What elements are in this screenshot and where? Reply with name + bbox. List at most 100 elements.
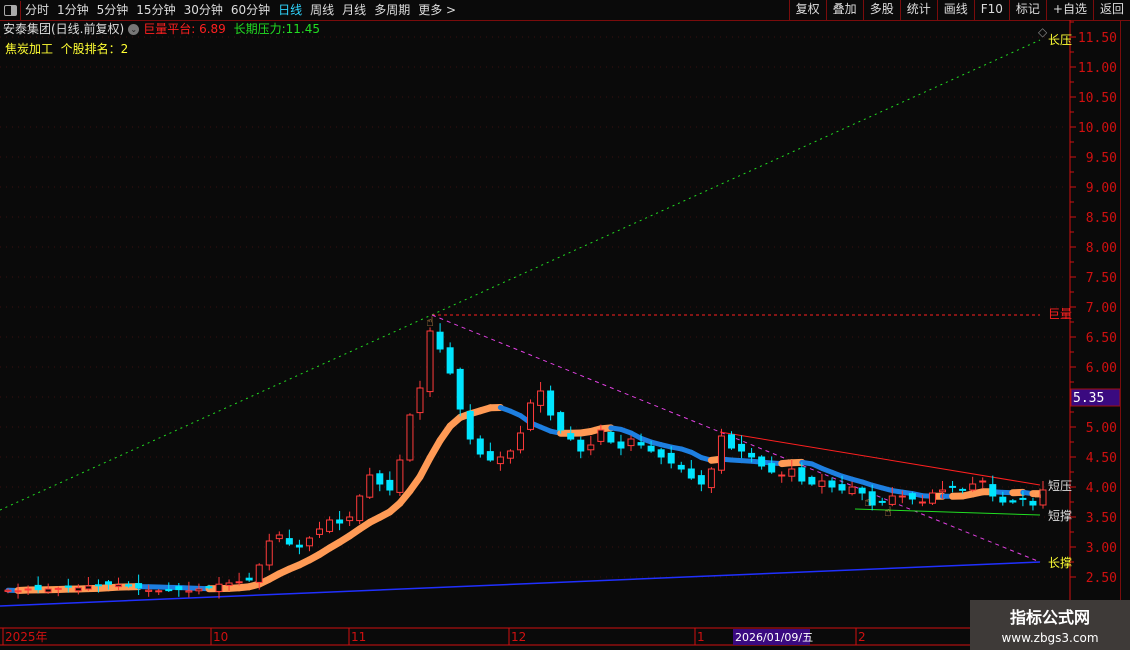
candle-body xyxy=(637,442,645,446)
watermark: 指标公式网 www.zbgs3.com xyxy=(970,600,1130,650)
candle-body xyxy=(687,468,695,479)
candle-body xyxy=(798,467,806,482)
current-price: 5.35 xyxy=(1073,391,1104,406)
candle-body xyxy=(125,584,133,587)
candle-body xyxy=(758,456,766,467)
candle-body xyxy=(788,468,796,477)
candle-body xyxy=(396,459,404,493)
candle-body xyxy=(275,534,283,540)
candle-body xyxy=(74,587,82,592)
candle-body xyxy=(94,584,102,587)
candle-body xyxy=(607,431,615,443)
candle-body xyxy=(858,487,866,494)
price-label: 11.50 xyxy=(1078,31,1117,46)
candle-body xyxy=(597,429,605,442)
candle-body xyxy=(717,435,725,471)
price-label: 10.50 xyxy=(1078,91,1117,106)
candle-body xyxy=(115,584,123,588)
date-cursor: 2026/01/09/五 xyxy=(735,631,813,644)
candle-body xyxy=(838,484,846,491)
candle-body xyxy=(727,434,735,449)
candle-body xyxy=(416,387,424,414)
candle-body xyxy=(346,516,354,522)
label-short-support: 短撑 xyxy=(1048,508,1072,523)
candle-body xyxy=(979,480,987,483)
candle-body xyxy=(326,519,334,532)
time-label: 2 xyxy=(858,630,866,644)
candle-body xyxy=(828,480,836,488)
label-long-pressure: 长压 xyxy=(1048,33,1072,47)
candle-body xyxy=(456,368,464,410)
candle-body xyxy=(356,495,364,522)
candle-body xyxy=(818,480,826,487)
candle-body xyxy=(496,456,504,465)
candle-body xyxy=(466,410,474,440)
kline-chart[interactable]: 2.503.003.504.004.505.005.506.006.507.00… xyxy=(0,0,1130,650)
label-volume-platform: 巨量 xyxy=(1048,307,1072,321)
candle-body xyxy=(84,585,92,590)
candle-body xyxy=(4,589,12,592)
candle-body xyxy=(195,588,203,592)
short-support-line xyxy=(854,508,1041,516)
price-label: 6.00 xyxy=(1086,361,1117,376)
candle-body xyxy=(537,390,545,406)
candle-body xyxy=(577,439,585,452)
candle-body xyxy=(677,464,685,470)
label-short-pressure: 短压 xyxy=(1048,479,1072,493)
candle-body xyxy=(14,590,22,593)
price-label: 5.00 xyxy=(1086,421,1117,436)
price-label: 7.00 xyxy=(1086,301,1117,316)
candle-body xyxy=(426,330,434,393)
candle-body xyxy=(969,483,977,491)
candle-body xyxy=(215,583,223,592)
candle-body xyxy=(104,581,112,585)
time-label: 11 xyxy=(351,630,366,644)
side-panel xyxy=(1120,21,1130,631)
time-label: 10 xyxy=(213,630,228,644)
time-label: 2025年 xyxy=(5,630,48,644)
price-label: 4.50 xyxy=(1086,451,1117,466)
candle-body xyxy=(316,528,324,535)
candle-body xyxy=(295,544,303,548)
candle-body xyxy=(366,474,374,498)
candle-body xyxy=(506,450,514,459)
price-label: 8.50 xyxy=(1086,211,1117,226)
candle-body xyxy=(707,468,715,489)
candle-body xyxy=(255,564,263,583)
candle-body xyxy=(738,443,746,452)
price-label: 7.50 xyxy=(1086,271,1117,286)
candle-body xyxy=(265,540,273,566)
candle-body xyxy=(145,589,153,592)
short-pressure-line xyxy=(719,431,1041,486)
candle-body xyxy=(386,479,394,491)
candle-body xyxy=(778,474,786,477)
candle-body xyxy=(516,432,524,451)
candle-body xyxy=(928,492,936,504)
watermark-name: 指标公式网 xyxy=(1009,608,1090,627)
candle-body xyxy=(336,519,344,524)
candle-body xyxy=(567,433,575,440)
candle-body xyxy=(476,438,484,455)
price-label: 10.00 xyxy=(1078,121,1117,136)
candle-body xyxy=(898,495,906,498)
candle-body xyxy=(959,488,967,491)
label-long-support: 长撑 xyxy=(1048,555,1072,570)
candle-body xyxy=(527,402,535,430)
price-label: 11.00 xyxy=(1078,61,1117,76)
price-label: 2.50 xyxy=(1086,571,1117,586)
time-label: 1 xyxy=(697,630,705,644)
candle-body xyxy=(175,586,183,591)
candle-body xyxy=(285,538,293,545)
candle-body xyxy=(667,452,675,464)
candle-body xyxy=(587,444,595,451)
candle-body xyxy=(647,445,655,452)
price-label: 3.00 xyxy=(1086,541,1117,556)
candle-body xyxy=(135,583,143,589)
price-label: 6.50 xyxy=(1086,331,1117,346)
candle-body xyxy=(44,588,52,593)
candle-body xyxy=(34,584,42,591)
candle-body xyxy=(205,586,213,589)
candle-body xyxy=(436,331,444,350)
candle-body xyxy=(989,484,997,497)
candle-body xyxy=(305,537,313,547)
